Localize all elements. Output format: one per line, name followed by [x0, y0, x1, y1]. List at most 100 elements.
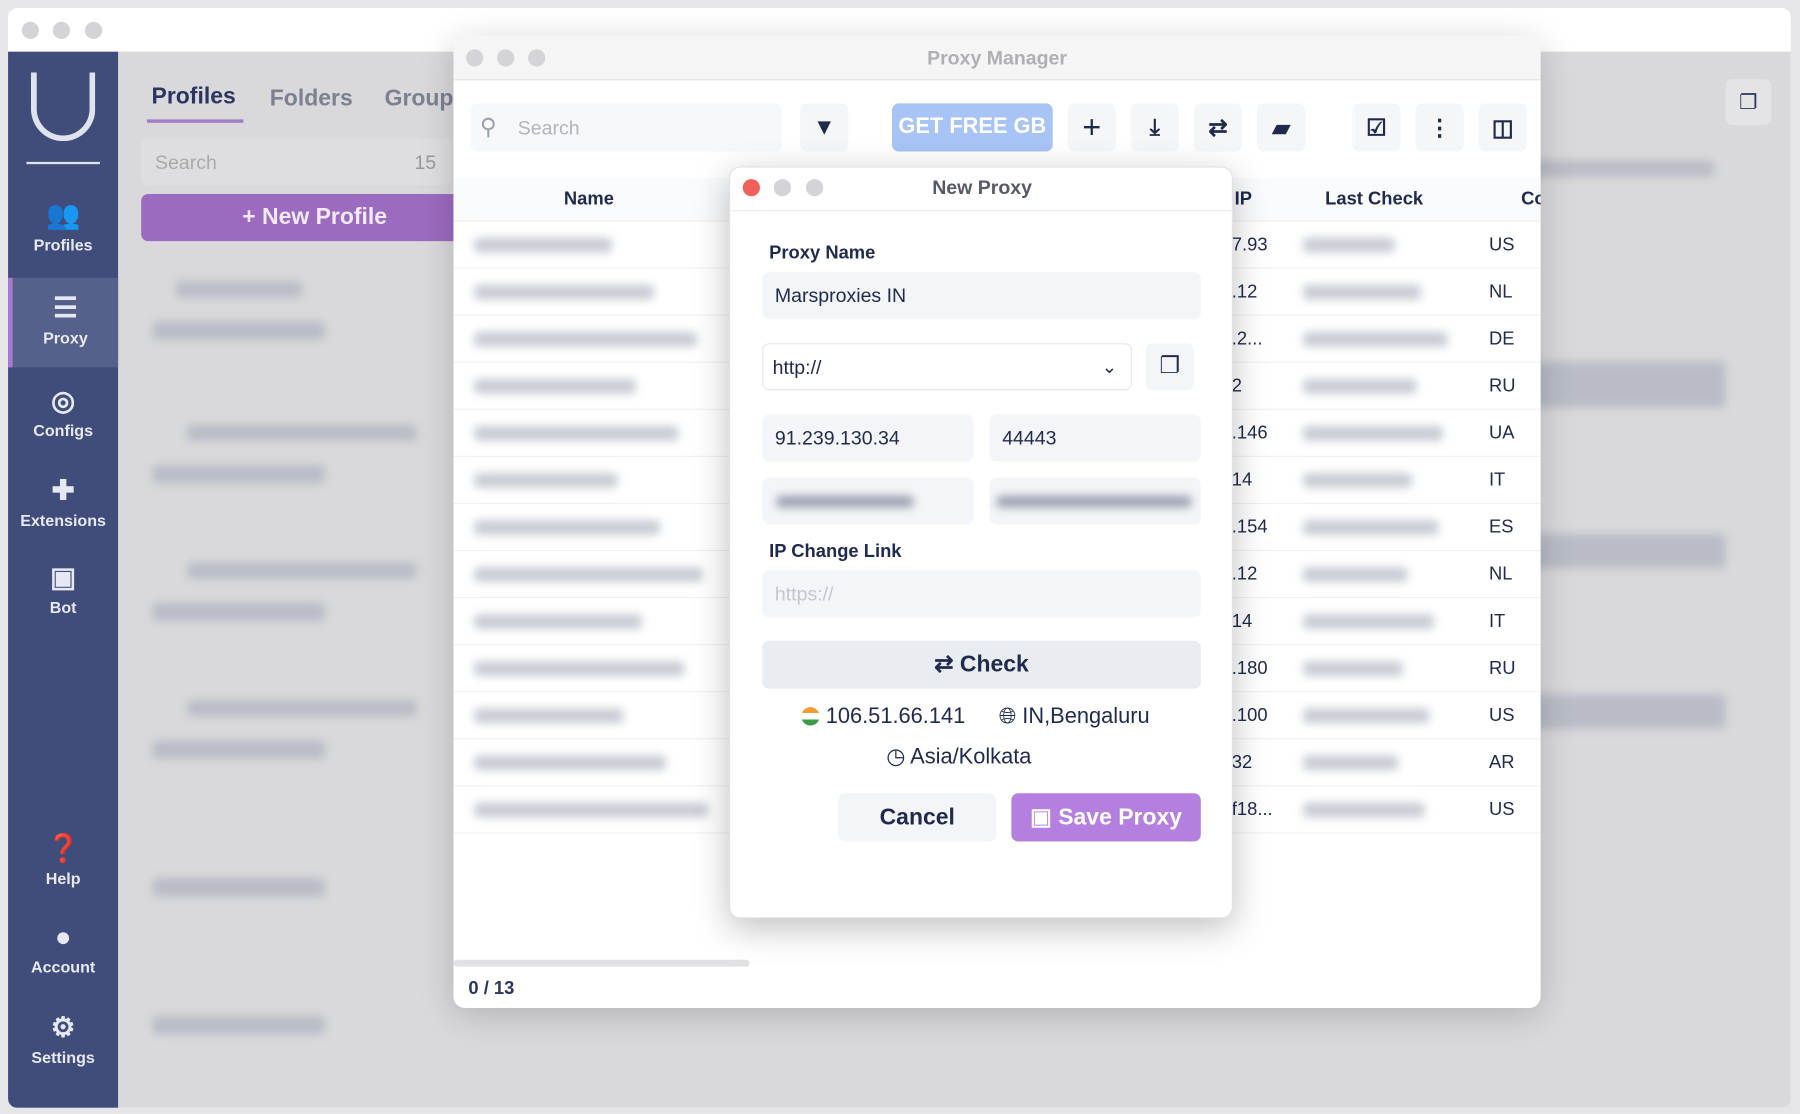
tab-profiles[interactable]: Profiles — [152, 84, 236, 110]
ip-cell: 7.93 — [1231, 235, 1268, 255]
profile-count: 15 — [414, 151, 437, 174]
ip-cell: .12 — [1231, 282, 1258, 302]
proxy-name-label: Proxy Name — [769, 243, 876, 263]
divider — [26, 161, 100, 165]
puzzle-icon: ✚ — [51, 475, 75, 507]
check-button[interactable]: ⇄ Check — [762, 640, 1201, 689]
swap-icon[interactable]: ⇄ — [1193, 103, 1243, 152]
zoom-button[interactable] — [805, 179, 824, 197]
profile-search-input[interactable]: Search 15 — [141, 138, 452, 185]
country-cell: IT — [1488, 470, 1506, 491]
password-input[interactable] — [989, 477, 1201, 525]
briefcase-icon[interactable]: ▰ — [1257, 103, 1306, 152]
download-icon[interactable]: ⤓ — [1130, 103, 1179, 152]
users-gear-icon: 👥 — [45, 199, 81, 231]
ip-change-input[interactable]: https:// — [762, 570, 1201, 618]
protocol-select[interactable]: http:// ⌄ — [762, 343, 1132, 391]
column-last-check[interactable]: Last Check — [1282, 178, 1466, 222]
close-button[interactable] — [742, 179, 760, 197]
get-free-gb-button[interactable]: GET FREE GB — [891, 103, 1053, 152]
country-cell: AR — [1488, 753, 1515, 773]
proxy-name-input[interactable]: Marsproxies IN — [762, 272, 1201, 320]
new-profile-button[interactable]: + New Profile — [141, 194, 486, 242]
ip-cell: .180 — [1231, 658, 1268, 679]
selection-count: 0 / 13 — [468, 979, 515, 999]
question-icon: ❓ — [45, 833, 81, 865]
ip-cell: 2 — [1231, 376, 1243, 397]
server-icon: ☰ — [53, 292, 78, 324]
fingerprint-icon: ◎ — [51, 385, 76, 417]
country-cell: NL — [1488, 564, 1513, 585]
minimize-button[interactable] — [773, 179, 791, 197]
country-cell: UA — [1488, 423, 1515, 444]
country-cell: IT — [1488, 611, 1506, 632]
cancel-button[interactable]: Cancel — [838, 793, 997, 842]
ip-cell: .146 — [1231, 423, 1268, 444]
save-proxy-button[interactable]: ▣ Save Proxy — [1011, 793, 1201, 842]
more-vertical-icon[interactable]: ⋮ — [1415, 103, 1464, 152]
country-cell: RU — [1488, 658, 1516, 679]
host-input[interactable]: 91.239.130.34 — [762, 414, 974, 462]
globe-icon: 🌐︎ — [998, 704, 1017, 729]
robot-icon: ▣ — [50, 562, 77, 594]
window-title: Proxy Manager — [453, 35, 1541, 81]
check-result-ip: 106.51.66.141 — [801, 705, 965, 730]
tab-indicator — [146, 119, 244, 123]
check-result-location: 🌐︎ IN,Bengaluru — [998, 704, 1150, 729]
sidebar-item-proxy[interactable]: ☰ Proxy — [8, 277, 119, 368]
country-cell: US — [1488, 800, 1515, 820]
ip-cell: .12 — [1231, 564, 1258, 585]
ip-cell: f18... — [1231, 800, 1273, 820]
country-cell: US — [1488, 235, 1515, 255]
close-button[interactable] — [466, 49, 484, 67]
country-cell: DE — [1488, 329, 1515, 349]
logo — [30, 72, 96, 142]
ip-change-label: IP Change Link — [769, 541, 902, 562]
close-button[interactable] — [21, 21, 40, 40]
minimize-button[interactable] — [52, 21, 71, 40]
sidebar-item-extensions[interactable]: ✚ Extensions — [8, 474, 118, 529]
minimize-button[interactable] — [497, 49, 515, 67]
check-result-timezone: ◷ Asia/Kolkata — [886, 745, 1032, 770]
country-cell: RU — [1488, 376, 1516, 397]
search-icon: ⚲ — [479, 114, 497, 141]
ip-cell: 14 — [1231, 470, 1253, 491]
country-cell: ES — [1488, 517, 1514, 538]
zoom-button[interactable] — [84, 21, 103, 40]
column-name[interactable]: Name — [474, 178, 704, 222]
gear-icon: ⚙ — [50, 1012, 76, 1044]
port-input[interactable]: 44443 — [989, 414, 1201, 462]
sidebar-item-profiles[interactable]: 👥 Profiles — [8, 199, 118, 254]
swap-icon: ⇄ — [934, 652, 960, 678]
clock-icon: ◷ — [886, 745, 906, 770]
tab-folders[interactable]: Folders — [270, 86, 353, 112]
sidebar-item-help[interactable]: ❓ Help — [8, 832, 118, 887]
sidebar: 👥 Profiles ☰ Proxy ◎ Configs ✚ Extensions ▣ B… — [8, 51, 119, 1108]
sidebar-item-configs[interactable]: ◎ Configs — [8, 385, 118, 440]
sidebar-item-account[interactable]: ● Account — [8, 922, 118, 976]
ip-cell: .154 — [1231, 517, 1268, 538]
sidebar-item-bot[interactable]: ▣ Bot — [8, 561, 118, 617]
user-circle-icon: ● — [54, 921, 72, 953]
country-cell: NL — [1488, 282, 1513, 302]
india-flag-icon — [801, 707, 820, 726]
zoom-button[interactable] — [528, 49, 546, 67]
username-input[interactable] — [762, 477, 974, 525]
horizontal-scrollbar[interactable] — [453, 959, 750, 967]
column-ip[interactable]: IP — [1232, 178, 1255, 222]
paste-icon[interactable]: ❐ — [1145, 343, 1194, 391]
proxy-search-input[interactable]: ⚲ Search — [470, 103, 782, 152]
chevron-down-icon: ⌄ — [1101, 358, 1118, 378]
column-country[interactable]: Co — [1521, 178, 1541, 222]
layout-icon[interactable]: ◫ — [1478, 103, 1527, 152]
checkbox-icon[interactable]: ☑ — [1352, 103, 1401, 152]
filter-icon[interactable]: ▼ — [800, 103, 849, 152]
ip-cell: 32 — [1231, 753, 1253, 773]
plus-icon[interactable]: + — [1067, 103, 1116, 152]
copy-icon[interactable]: ❐ — [1725, 79, 1772, 126]
new-proxy-dialog: New Proxy Proxy Name Marsproxies IN http… — [728, 166, 1233, 919]
floppy-disk-icon: ▣ — [1030, 804, 1059, 831]
sidebar-item-settings[interactable]: ⚙ Settings — [8, 1011, 118, 1067]
country-cell: US — [1488, 706, 1515, 726]
ip-cell: .100 — [1231, 706, 1268, 726]
